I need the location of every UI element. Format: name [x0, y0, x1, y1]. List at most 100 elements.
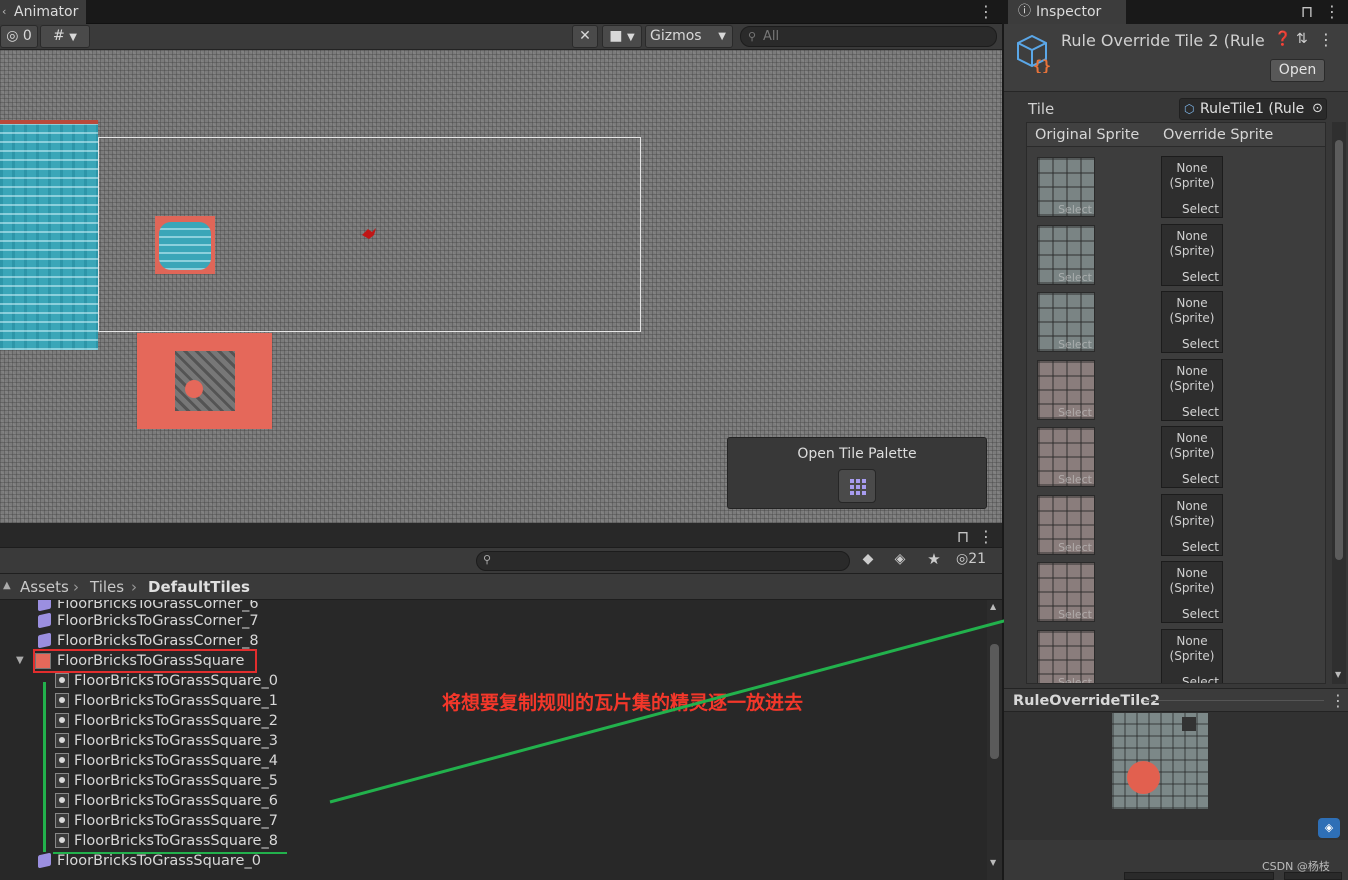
kebab-menu-icon[interactable]: ⋮	[978, 2, 994, 22]
override-sprite-slot[interactable]: None (Sprite) Select	[1161, 358, 1223, 421]
original-sprite-slot[interactable]: Select	[1037, 224, 1095, 285]
select-label: Select	[1058, 608, 1092, 621]
list-item[interactable]: FloorBricksToGrassSquare_6	[55, 791, 278, 811]
tab-inspector[interactable]: ⓘ Inspector	[1008, 0, 1126, 24]
lock-icon[interactable]: ⊓	[956, 527, 970, 547]
object-picker-icon[interactable]: ⊙	[1310, 99, 1323, 119]
tools-button[interactable]: ✕	[572, 25, 598, 48]
scroll-down-icon[interactable]: ▼	[990, 858, 996, 867]
list-item-label: FloorBricksToGrassSquare_8	[74, 833, 278, 849]
sprite-override-list: Original Sprite Override Sprite Select No…	[1026, 122, 1326, 684]
breadcrumb-assets[interactable]: Assets	[20, 574, 69, 600]
preset-icon[interactable]: ⇅	[1296, 31, 1308, 47]
sprite-icon	[55, 773, 69, 788]
original-sprite-slot[interactable]: Select	[1037, 157, 1095, 217]
list-item[interactable]: FloorBricksToGrassCorner_8	[38, 631, 259, 651]
scroll-up-icon[interactable]: ▲	[990, 602, 996, 611]
list-item[interactable]: FloorBricksToGrassSquare_0	[55, 671, 278, 691]
gizmos-dropdown[interactable]: Gizmos ▼	[645, 25, 733, 48]
open-tile-palette-button[interactable]	[838, 469, 876, 503]
preview-image	[1112, 713, 1208, 809]
select-label: Select	[1181, 269, 1219, 284]
open-tile-palette-label: Open Tile Palette	[797, 446, 917, 462]
project-scrollbar[interactable]: ▲ ▼	[987, 600, 1002, 880]
visibility-toggle[interactable]: ◎21	[956, 551, 986, 571]
none-sprite-label: None (Sprite)	[1169, 228, 1215, 258]
inspector-tab-label: Inspector	[1036, 4, 1102, 20]
original-sprite-slot[interactable]: Select	[1037, 494, 1095, 555]
grid-snap-dropdown[interactable]: # ▼	[40, 25, 90, 48]
sprite-list-header: Original Sprite Override Sprite	[1027, 123, 1325, 147]
tag-icon[interactable]: ◈	[890, 551, 910, 571]
breadcrumb-tiles[interactable]: Tiles	[90, 574, 124, 600]
watermark-text: CSDN @杨枝	[1262, 860, 1330, 873]
none-sprite-label: None (Sprite)	[1169, 566, 1215, 595]
list-item[interactable]: FloorBricksToGrassSquare_5	[55, 771, 278, 791]
select-label: Select	[1181, 539, 1219, 554]
sprite-icon	[55, 693, 69, 708]
sprite-icon	[55, 793, 69, 808]
inspector-scrollbar[interactable]: ▼	[1332, 122, 1346, 684]
none-sprite-label: None (Sprite)	[1169, 498, 1215, 528]
kebab-menu-icon[interactable]: ⋮	[978, 527, 994, 547]
list-item[interactable]: FloorBricksToGrassSquare_0	[38, 851, 261, 871]
list-item[interactable]: FloorBricksToGrassSquare_2	[55, 711, 278, 731]
chevron-down-icon: ▼	[626, 32, 635, 43]
override-sprite-slot[interactable]: None (Sprite) Select	[1161, 291, 1223, 353]
project-search-input[interactable]: ⚲	[476, 551, 850, 571]
tile-icon	[38, 612, 51, 629]
animator-tab-label: Animator	[14, 4, 79, 20]
scroll-down-icon[interactable]: ▼	[1335, 670, 1341, 679]
select-label: Select	[1181, 202, 1219, 216]
override-sprite-slot[interactable]: None (Sprite) Select	[1161, 223, 1223, 286]
scene-search-input[interactable]: ⚲ All	[740, 26, 997, 47]
breadcrumb-defaulttiles[interactable]: DefaultTiles	[148, 574, 250, 600]
select-label: Select	[1058, 270, 1092, 284]
open-button[interactable]: Open	[1270, 59, 1325, 82]
scene-viewport[interactable]: Open Tile Palette	[0, 50, 1002, 523]
sprite-icon	[55, 713, 69, 728]
star-icon[interactable]: ★	[924, 550, 944, 570]
override-sprite-slot[interactable]: None (Sprite) Select	[1161, 493, 1223, 556]
original-sprite-slot[interactable]: Select	[1037, 562, 1095, 622]
breadcrumb-separator-icon: ›	[131, 578, 137, 596]
collapse-up-icon[interactable]: ▲	[3, 573, 11, 599]
breadcrumb-separator-icon: ›	[73, 578, 79, 596]
kebab-menu-icon[interactable]: ⋮	[1324, 2, 1340, 22]
list-item-label: FloorBricksToGrassCorner_8	[57, 633, 259, 649]
tile-object-field[interactable]: ⬡ RuleTile1 (Rule ⊙	[1179, 98, 1327, 120]
list-item[interactable]: FloorBricksToGrassSquare_4	[55, 751, 278, 771]
divider	[1144, 700, 1324, 701]
filter-icon[interactable]: ◆	[858, 551, 878, 571]
override-sprite-slot[interactable]: None (Sprite) Select	[1161, 156, 1223, 218]
lock-icon[interactable]: ⊓	[1300, 2, 1314, 22]
eye-slash-icon: ◎	[956, 551, 969, 567]
pond-tile	[155, 216, 215, 274]
original-sprite-slot[interactable]: Select	[1037, 629, 1095, 683]
list-item[interactable]: FloorBricksToGrassSquare_1	[55, 691, 278, 711]
override-sprite-slot[interactable]: None (Sprite) Select	[1161, 426, 1223, 488]
eye-slash-icon: ◎	[6, 28, 19, 44]
hidden-objects-toggle[interactable]: ◎ 0	[0, 25, 38, 48]
help-icon[interactable]: ❓	[1274, 31, 1291, 47]
list-item[interactable]: FloorBricksToGrassSquare_8	[55, 831, 278, 851]
kebab-menu-icon[interactable]: ⋮	[1330, 691, 1346, 711]
list-item[interactable]: FloorBricksToGrassCorner_7	[38, 611, 259, 631]
tab-animator[interactable]: ‹ Animator	[0, 0, 87, 24]
kebab-menu-icon[interactable]: ⋮	[1318, 30, 1334, 49]
override-sprite-slot[interactable]: None (Sprite) Select	[1161, 561, 1223, 623]
override-sprite-slot[interactable]: None (Sprite) Select	[1161, 628, 1223, 683]
chevron-left-icon: ‹	[2, 5, 7, 18]
original-sprite-slot[interactable]: Select	[1037, 427, 1095, 487]
list-item[interactable]: FloorBricksToGrassSquare_7	[55, 811, 278, 831]
original-sprite-slot[interactable]: Select	[1037, 359, 1095, 420]
list-item-label: FloorBricksToGrassSquare_4	[74, 753, 278, 769]
tag-icon[interactable]: ◈	[1318, 818, 1340, 838]
camera-dropdown[interactable]: ■ ▼	[602, 25, 642, 48]
original-sprite-slot[interactable]: Select	[1037, 292, 1095, 352]
sprite-icon	[55, 813, 69, 828]
bottom-field[interactable]	[1124, 872, 1274, 880]
tile-icon	[38, 852, 51, 869]
highlight-box	[33, 649, 257, 673]
list-item[interactable]: FloorBricksToGrassSquare_3	[55, 731, 278, 751]
